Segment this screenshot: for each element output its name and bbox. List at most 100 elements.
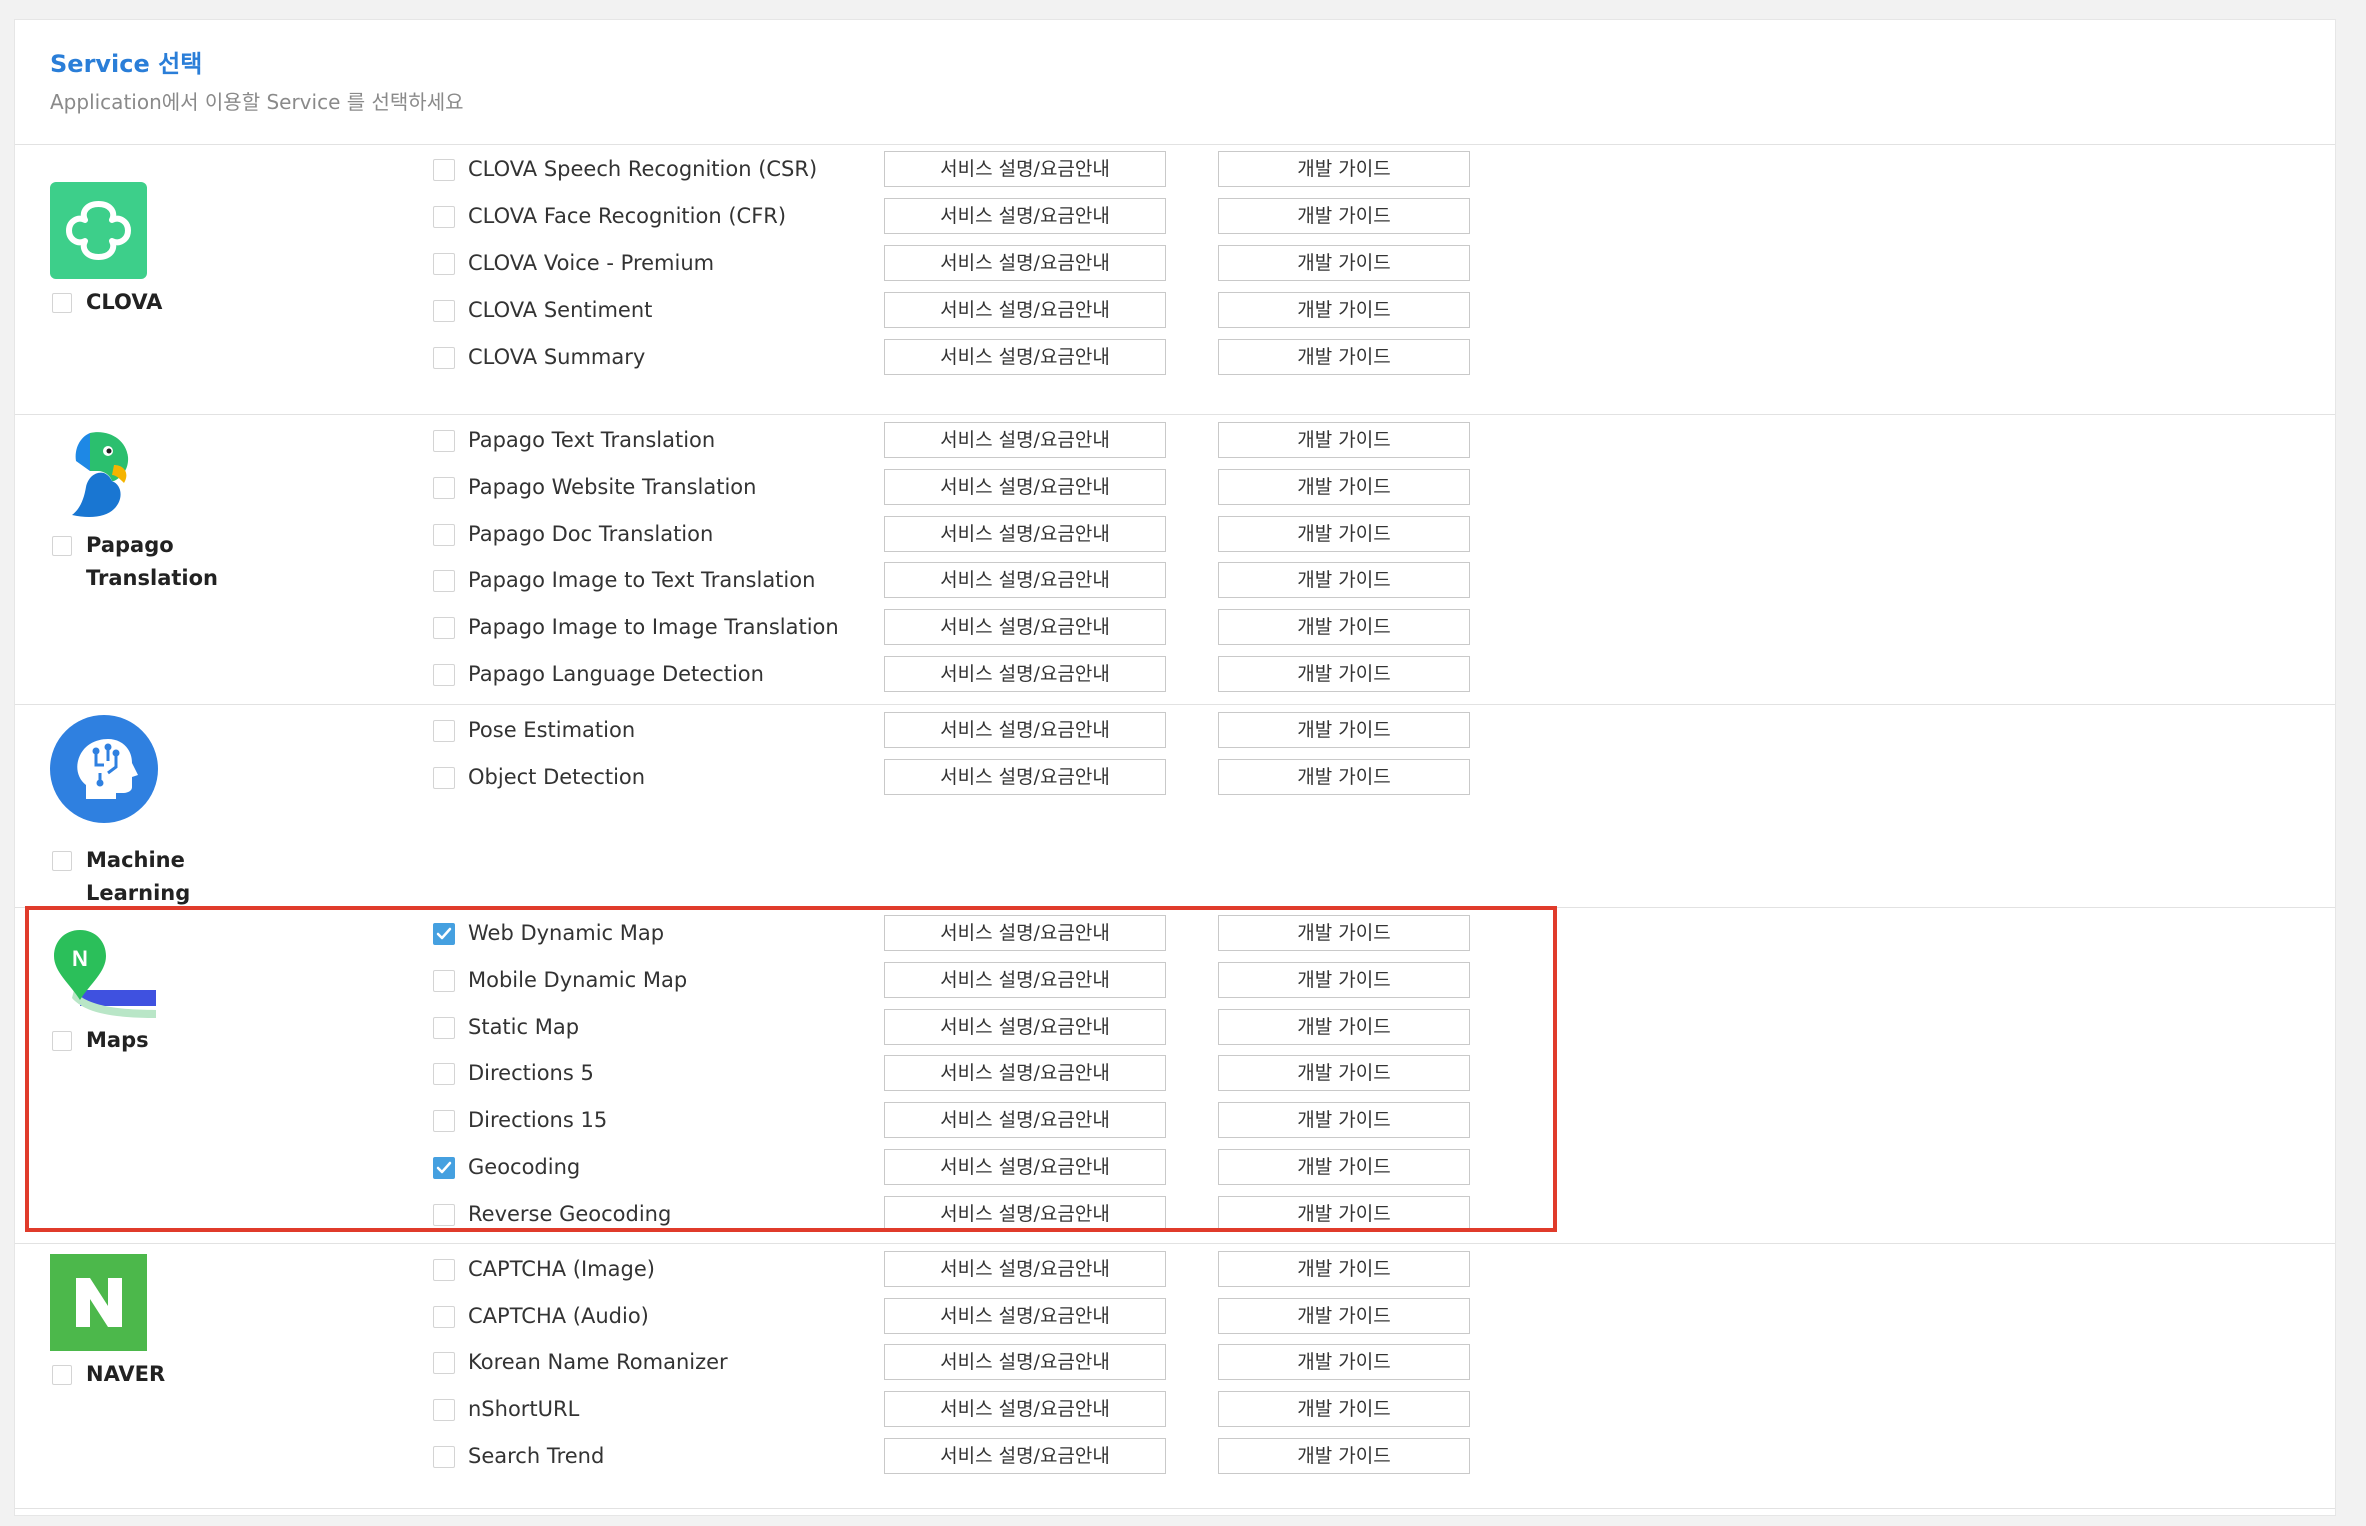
dev-guide-button[interactable]: 개발 가이드 — [1218, 1391, 1470, 1427]
service-description-button[interactable]: 서비스 설명/요금안내 — [884, 1251, 1166, 1287]
service-description-button[interactable]: 서비스 설명/요금안내 — [884, 516, 1166, 552]
service-row: Papago Language Detection 서비스 설명/요금안내 개발… — [15, 651, 1495, 698]
service-description-button[interactable]: 서비스 설명/요금안내 — [884, 1391, 1166, 1427]
service-row: Papago Image to Image Translation 서비스 설명… — [15, 604, 1495, 651]
service-checkbox[interactable] — [433, 1352, 455, 1374]
service-row: CLOVA Sentiment 서비스 설명/요금안내 개발 가이드 — [15, 287, 1495, 334]
service-description-button[interactable]: 서비스 설명/요금안내 — [884, 1149, 1166, 1185]
service-checkbox-checked[interactable] — [433, 1157, 455, 1179]
service-description-button[interactable]: 서비스 설명/요금안내 — [884, 759, 1166, 795]
service-label: Pose Estimation — [468, 718, 636, 742]
group-checkbox-machine-learning[interactable] — [52, 851, 72, 871]
service-label: Korean Name Romanizer — [468, 1350, 728, 1374]
service-checkbox[interactable] — [433, 1399, 455, 1421]
service-description-button[interactable]: 서비스 설명/요금안내 — [884, 1344, 1166, 1380]
service-checkbox[interactable] — [433, 430, 455, 452]
service-label: Search Trend — [468, 1444, 605, 1468]
service-description-button[interactable]: 서비스 설명/요금안내 — [884, 1298, 1166, 1334]
dev-guide-button[interactable]: 개발 가이드 — [1218, 292, 1470, 328]
service-checkbox[interactable] — [433, 206, 455, 228]
service-label: nShortURL — [468, 1397, 580, 1421]
service-label: CLOVA Voice - Premium — [468, 251, 715, 275]
dev-guide-button[interactable]: 개발 가이드 — [1218, 712, 1470, 748]
dev-guide-button[interactable]: 개발 가이드 — [1218, 656, 1470, 692]
service-label: CLOVA Speech Recognition (CSR) — [468, 157, 818, 181]
service-row: Reverse Geocoding 서비스 설명/요금안내 개발 가이드 — [15, 1191, 1495, 1238]
dev-guide-button[interactable]: 개발 가이드 — [1218, 151, 1470, 187]
dev-guide-button[interactable]: 개발 가이드 — [1218, 1251, 1470, 1287]
service-description-button[interactable]: 서비스 설명/요금안내 — [884, 1196, 1166, 1232]
service-checkbox[interactable] — [433, 477, 455, 499]
service-selection-panel: Service 선택 Application에서 이용할 Service 를 선… — [14, 19, 2336, 1516]
service-description-button[interactable]: 서비스 설명/요금안내 — [884, 245, 1166, 281]
service-checkbox[interactable] — [433, 617, 455, 639]
service-checkbox[interactable] — [433, 1110, 455, 1132]
service-checkbox[interactable] — [433, 524, 455, 546]
service-checkbox[interactable] — [433, 347, 455, 369]
service-checkbox[interactable] — [433, 664, 455, 686]
service-checkbox[interactable] — [433, 300, 455, 322]
panel-header: Service 선택 Application에서 이용할 Service 를 선… — [15, 20, 2335, 145]
service-row: Papago Doc Translation 서비스 설명/요금안내 개발 가이… — [15, 511, 1495, 558]
service-label: Directions 5 — [468, 1061, 594, 1085]
service-row: CLOVA Voice - Premium 서비스 설명/요금안내 개발 가이드 — [15, 240, 1495, 287]
service-description-button[interactable]: 서비스 설명/요금안내 — [884, 422, 1166, 458]
dev-guide-button[interactable]: 개발 가이드 — [1218, 1344, 1470, 1380]
dev-guide-button[interactable]: 개발 가이드 — [1218, 1009, 1470, 1045]
service-description-button[interactable]: 서비스 설명/요금안내 — [884, 469, 1166, 505]
page-title: Service 선택 — [50, 50, 203, 78]
dev-guide-button[interactable]: 개발 가이드 — [1218, 1102, 1470, 1138]
service-row: Papago Text Translation 서비스 설명/요금안내 개발 가… — [15, 417, 1495, 464]
service-label: Papago Website Translation — [468, 475, 757, 499]
service-checkbox-checked[interactable] — [433, 923, 455, 945]
service-checkbox[interactable] — [433, 1017, 455, 1039]
dev-guide-button[interactable]: 개발 가이드 — [1218, 915, 1470, 951]
service-label: CLOVA Face Recognition (CFR) — [468, 204, 787, 228]
dev-guide-button[interactable]: 개발 가이드 — [1218, 609, 1470, 645]
service-description-button[interactable]: 서비스 설명/요금안내 — [884, 656, 1166, 692]
service-row: Object Detection 서비스 설명/요금안내 개발 가이드 — [15, 754, 1495, 801]
dev-guide-button[interactable]: 개발 가이드 — [1218, 339, 1470, 375]
service-row: nShortURL 서비스 설명/요금안내 개발 가이드 — [15, 1386, 1495, 1433]
service-checkbox[interactable] — [433, 159, 455, 181]
dev-guide-button[interactable]: 개발 가이드 — [1218, 1196, 1470, 1232]
service-checkbox[interactable] — [433, 1259, 455, 1281]
service-description-button[interactable]: 서비스 설명/요금안내 — [884, 562, 1166, 598]
service-label: Directions 15 — [468, 1108, 608, 1132]
service-checkbox[interactable] — [433, 970, 455, 992]
service-description-button[interactable]: 서비스 설명/요금안내 — [884, 915, 1166, 951]
service-checkbox[interactable] — [433, 767, 455, 789]
dev-guide-button[interactable]: 개발 가이드 — [1218, 198, 1470, 234]
service-description-button[interactable]: 서비스 설명/요금안내 — [884, 339, 1166, 375]
dev-guide-button[interactable]: 개발 가이드 — [1218, 1298, 1470, 1334]
service-checkbox[interactable] — [433, 720, 455, 742]
service-checkbox[interactable] — [433, 1446, 455, 1468]
dev-guide-button[interactable]: 개발 가이드 — [1218, 469, 1470, 505]
dev-guide-button[interactable]: 개발 가이드 — [1218, 1055, 1470, 1091]
dev-guide-button[interactable]: 개발 가이드 — [1218, 422, 1470, 458]
service-description-button[interactable]: 서비스 설명/요금안내 — [884, 962, 1166, 998]
service-description-button[interactable]: 서비스 설명/요금안내 — [884, 1055, 1166, 1091]
service-group-maps: N Maps Web Dynamic Map 서비스 설명/요금안내 개발 가이… — [15, 908, 2335, 1244]
service-description-button[interactable]: 서비스 설명/요금안내 — [884, 198, 1166, 234]
dev-guide-button[interactable]: 개발 가이드 — [1218, 245, 1470, 281]
dev-guide-button[interactable]: 개발 가이드 — [1218, 1438, 1470, 1474]
service-description-button[interactable]: 서비스 설명/요금안내 — [884, 1438, 1166, 1474]
service-checkbox[interactable] — [433, 253, 455, 275]
service-description-button[interactable]: 서비스 설명/요금안내 — [884, 1102, 1166, 1138]
service-checkbox[interactable] — [433, 570, 455, 592]
service-checkbox[interactable] — [433, 1204, 455, 1226]
service-description-button[interactable]: 서비스 설명/요금안내 — [884, 292, 1166, 328]
service-description-button[interactable]: 서비스 설명/요금안내 — [884, 151, 1166, 187]
service-checkbox[interactable] — [433, 1063, 455, 1085]
service-description-button[interactable]: 서비스 설명/요금안내 — [884, 1009, 1166, 1045]
service-description-button[interactable]: 서비스 설명/요금안내 — [884, 609, 1166, 645]
dev-guide-button[interactable]: 개발 가이드 — [1218, 962, 1470, 998]
dev-guide-button[interactable]: 개발 가이드 — [1218, 562, 1470, 598]
dev-guide-button[interactable]: 개발 가이드 — [1218, 1149, 1470, 1185]
service-description-button[interactable]: 서비스 설명/요금안내 — [884, 712, 1166, 748]
service-label: Papago Image to Text Translation — [468, 568, 816, 592]
dev-guide-button[interactable]: 개발 가이드 — [1218, 759, 1470, 795]
dev-guide-button[interactable]: 개발 가이드 — [1218, 516, 1470, 552]
service-checkbox[interactable] — [433, 1306, 455, 1328]
